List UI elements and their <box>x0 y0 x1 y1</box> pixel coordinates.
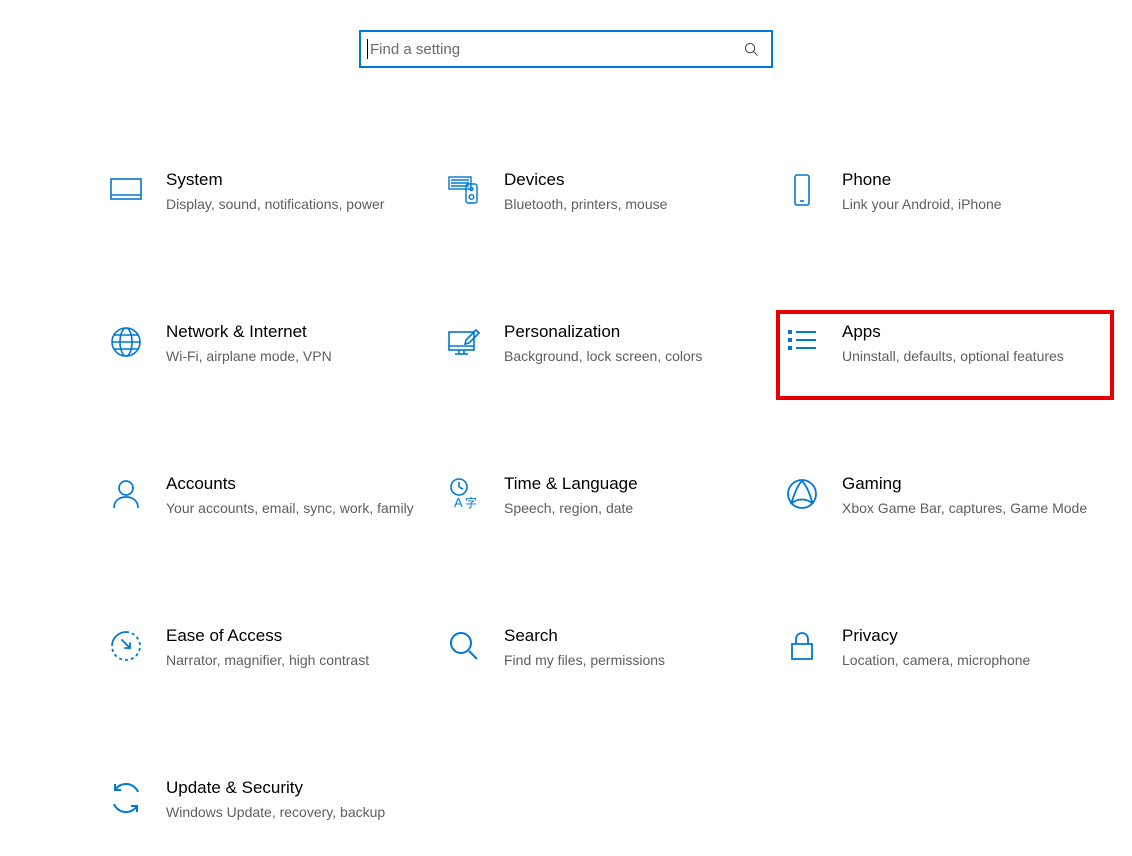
tile-desc: Speech, region, date <box>504 498 754 518</box>
tile-system[interactable]: System Display, sound, notifications, po… <box>100 158 438 248</box>
tile-desc: Bluetooth, printers, mouse <box>504 194 754 214</box>
ease-of-access-icon <box>108 628 144 664</box>
search-container <box>0 30 1132 68</box>
tile-title: Personalization <box>504 322 754 342</box>
tile-desc: Background, lock screen, colors <box>504 346 754 366</box>
tile-title: Apps <box>842 322 1092 342</box>
time-language-icon: A 字 <box>446 476 482 512</box>
search-box[interactable] <box>359 30 773 68</box>
tile-update-security[interactable]: Update & Security Windows Update, recove… <box>100 766 438 856</box>
tile-desc: Display, sound, notifications, power <box>166 194 416 214</box>
lock-icon <box>784 628 820 664</box>
update-icon <box>108 780 144 816</box>
tile-desc: Narrator, magnifier, high contrast <box>166 650 416 670</box>
tile-ease-of-access[interactable]: Ease of Access Narrator, magnifier, high… <box>100 614 438 704</box>
text-caret <box>367 39 368 59</box>
tile-title: Search <box>504 626 754 646</box>
personalization-icon <box>446 324 482 360</box>
tile-desc: Wi-Fi, airplane mode, VPN <box>166 346 416 366</box>
globe-icon <box>108 324 144 360</box>
tile-title: Time & Language <box>504 474 754 494</box>
tile-time-language[interactable]: A 字 Time & Language Speech, region, date <box>438 462 776 552</box>
tile-desc: Your accounts, email, sync, work, family <box>166 498 416 518</box>
system-icon <box>108 172 144 208</box>
devices-icon <box>446 172 482 208</box>
tile-gaming[interactable]: Gaming Xbox Game Bar, captures, Game Mod… <box>776 462 1114 552</box>
settings-grid: System Display, sound, notifications, po… <box>0 158 1132 856</box>
tile-devices[interactable]: Devices Bluetooth, printers, mouse <box>438 158 776 248</box>
tile-privacy[interactable]: Privacy Location, camera, microphone <box>776 614 1114 704</box>
tile-title: System <box>166 170 416 190</box>
svg-text:字: 字 <box>465 495 477 510</box>
tile-accounts[interactable]: Accounts Your accounts, email, sync, wor… <box>100 462 438 552</box>
tile-title: Ease of Access <box>166 626 416 646</box>
search-input[interactable] <box>370 32 738 66</box>
tile-title: Privacy <box>842 626 1092 646</box>
tile-title: Devices <box>504 170 754 190</box>
tile-desc: Location, camera, microphone <box>842 650 1092 670</box>
tile-title: Accounts <box>166 474 416 494</box>
tile-title: Network & Internet <box>166 322 416 342</box>
svg-text:A: A <box>454 495 463 510</box>
tile-desc: Uninstall, defaults, optional features <box>842 346 1092 366</box>
search-category-icon <box>446 628 482 664</box>
tile-desc: Link your Android, iPhone <box>842 194 1092 214</box>
tile-title: Update & Security <box>166 778 416 798</box>
tile-search[interactable]: Search Find my files, permissions <box>438 614 776 704</box>
tile-apps[interactable]: Apps Uninstall, defaults, optional featu… <box>776 310 1114 400</box>
tile-phone[interactable]: Phone Link your Android, iPhone <box>776 158 1114 248</box>
tile-desc: Windows Update, recovery, backup <box>166 802 416 822</box>
tile-title: Phone <box>842 170 1092 190</box>
accounts-icon <box>108 476 144 512</box>
tile-desc: Xbox Game Bar, captures, Game Mode <box>842 498 1092 518</box>
search-icon <box>744 42 759 57</box>
phone-icon <box>784 172 820 208</box>
gaming-icon <box>784 476 820 512</box>
tile-network[interactable]: Network & Internet Wi-Fi, airplane mode,… <box>100 310 438 400</box>
tile-personalization[interactable]: Personalization Background, lock screen,… <box>438 310 776 400</box>
tile-title: Gaming <box>842 474 1092 494</box>
apps-icon <box>784 324 820 360</box>
tile-desc: Find my files, permissions <box>504 650 754 670</box>
